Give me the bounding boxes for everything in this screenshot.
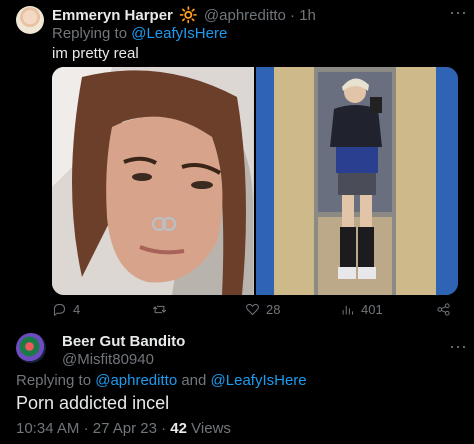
more-icon[interactable]: ··· — [449, 336, 467, 357]
sun-emoji-icon: 🔆 — [179, 7, 198, 24]
author-name[interactable]: Emmeryn Harper — [52, 7, 173, 24]
reply-mention-link[interactable]: @aphreditto — [95, 372, 177, 389]
replying-prefix: Replying to — [16, 372, 92, 389]
avatar-emmeryn[interactable] — [16, 6, 44, 34]
replying-to-line: Replying to @LeafyIsHere — [52, 25, 227, 42]
reply-button[interactable]: 4 — [52, 302, 80, 317]
replying-to-line: Replying to @aphreditto and @LeafyIsHere — [16, 372, 307, 389]
reply-count: 4 — [73, 302, 81, 317]
like-button[interactable]: 28 — [245, 302, 280, 317]
more-icon[interactable]: ··· — [449, 2, 467, 23]
views-count: 42 — [170, 420, 187, 437]
reply-icon — [54, 303, 66, 317]
avatar-beer-gut-bandito[interactable] — [16, 333, 46, 363]
tweet-time[interactable]: 1h — [299, 7, 316, 24]
tweet-actions: 4 28 401 — [52, 302, 458, 318]
tweet1-header: Emmeryn Harper 🔆 @aphreditto · 1h — [52, 6, 316, 24]
mirror-photo[interactable] — [256, 67, 458, 295]
mirror-illustration — [256, 67, 458, 295]
author-name[interactable]: Beer Gut Bandito — [62, 333, 185, 350]
like-count: 28 — [266, 302, 281, 317]
author-handle[interactable]: @Misfit80940 — [62, 351, 154, 368]
views-count: 401 — [361, 302, 383, 317]
tweet-date[interactable]: 27 Apr 23 — [93, 420, 157, 437]
selfie-photo[interactable] — [52, 67, 254, 295]
views-label: Views — [191, 420, 231, 437]
like-icon — [246, 303, 259, 316]
author-handle[interactable]: @aphreditto — [204, 7, 286, 24]
tweet-time[interactable]: 10:34 AM — [16, 420, 79, 437]
views-icon — [342, 305, 353, 315]
share-icon — [437, 303, 450, 316]
separator: · — [290, 7, 296, 24]
tweet-media[interactable] — [52, 67, 458, 295]
tweet-text: Porn addicted incel — [16, 393, 170, 413]
replying-prefix: Replying to — [52, 25, 128, 42]
tweet-meta: 10:34 AM · 27 Apr 23 · 42 Views — [16, 420, 231, 437]
views-button[interactable]: 401 — [340, 302, 383, 317]
selfie-illustration — [52, 67, 253, 295]
retweet-button[interactable] — [152, 302, 173, 317]
share-button[interactable] — [436, 302, 451, 317]
tweet-text: im pretty real — [52, 45, 139, 62]
reply-mention-link[interactable]: @LeafyIsHere — [131, 25, 227, 42]
reply-mention-link[interactable]: @LeafyIsHere — [211, 372, 307, 389]
and-text: and — [181, 372, 207, 389]
retweet-icon — [152, 305, 167, 314]
